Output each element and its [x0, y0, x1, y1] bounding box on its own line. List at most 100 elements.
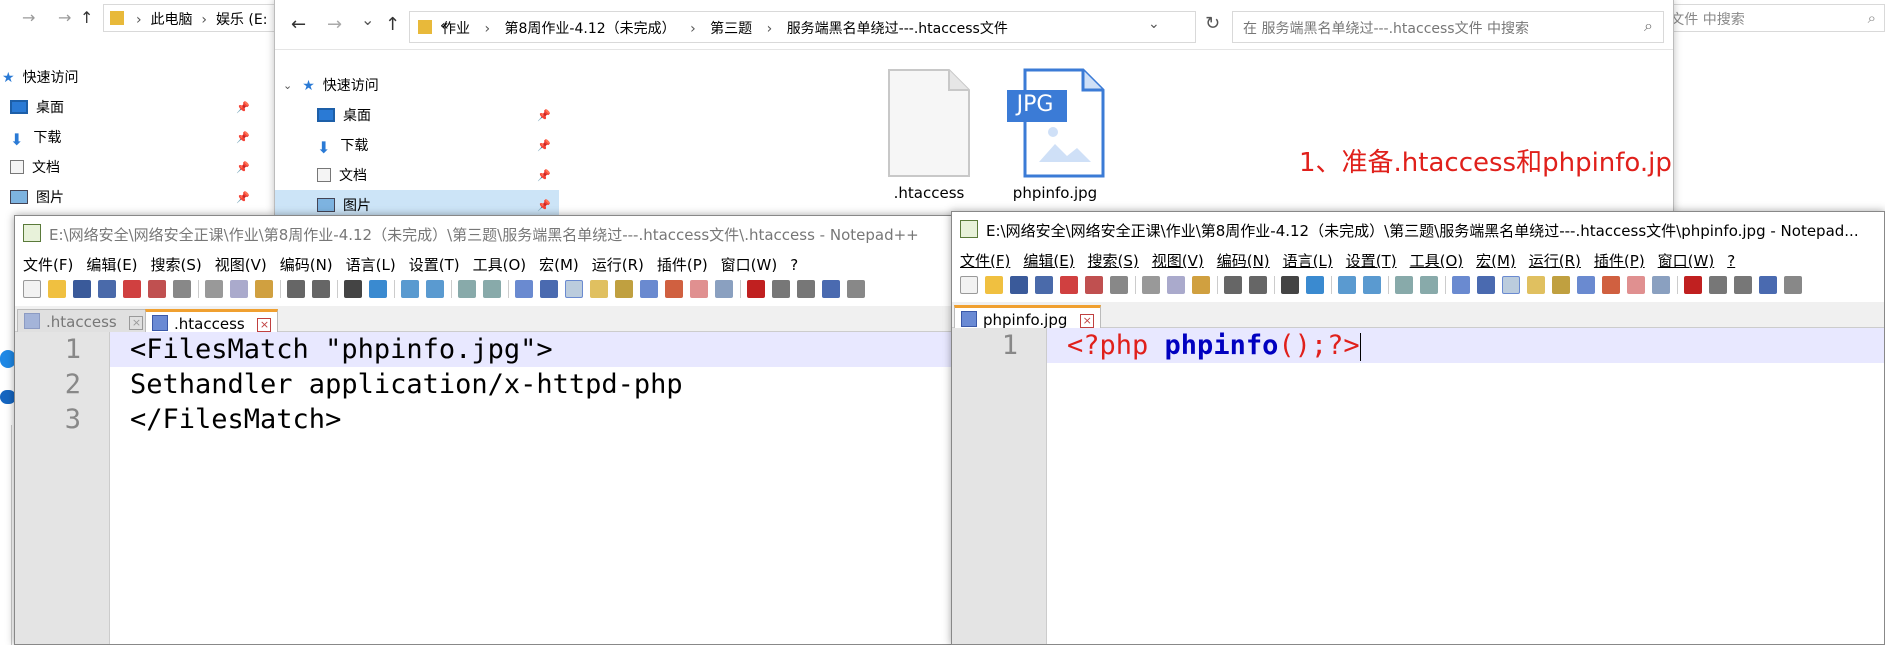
up-arrow-icon[interactable]: ↑	[80, 8, 93, 27]
udl-icon[interactable]	[1527, 276, 1545, 294]
address-dropdown-icon[interactable]: ⌄	[1148, 16, 1160, 32]
word-wrap-icon[interactable]	[515, 280, 533, 298]
folder-workspace-icon[interactable]	[665, 280, 683, 298]
undo-icon[interactable]	[287, 280, 305, 298]
menu-language[interactable]: 语言(L)	[1283, 252, 1333, 270]
open-file-icon[interactable]	[48, 280, 66, 298]
new-file-icon[interactable]	[960, 276, 978, 294]
udl-icon[interactable]	[590, 280, 608, 298]
file-phpinfo-jpg[interactable]: JPG phpinfo.jpg	[995, 68, 1115, 208]
breadcrumb-item[interactable]: 第8周作业-4.12（未完成）	[505, 21, 676, 37]
background-search-box[interactable]: s文件 中搜索 ⌕	[1652, 4, 1885, 32]
menu-view[interactable]: 视图(V)	[1152, 252, 1204, 270]
close-icon[interactable]: ×	[1080, 313, 1095, 328]
menu-edit[interactable]: 编辑(E)	[86, 256, 137, 274]
forward-arrow-icon[interactable]: →	[58, 8, 71, 27]
monitor-icon[interactable]	[1652, 276, 1670, 294]
sync-vertical-icon[interactable]	[458, 280, 476, 298]
close-all-icon[interactable]	[148, 280, 166, 298]
sidebar-item-downloads[interactable]: ⬇ 下载 📌	[0, 122, 256, 152]
menu-plugins[interactable]: 插件(P)	[657, 256, 708, 274]
folder-workspace-icon[interactable]	[1602, 276, 1620, 294]
up-arrow-icon[interactable]: ↑	[385, 14, 400, 35]
close-all-icon[interactable]	[1085, 276, 1103, 294]
refresh-icon[interactable]: ↻	[1205, 13, 1220, 34]
menu-tools[interactable]: 工具(O)	[1410, 252, 1464, 270]
tree-item-documents[interactable]: 文档 📌	[275, 160, 559, 190]
explorer-address-box[interactable]: « 作业 › 第8周作业-4.12（未完成） › 第三题 › 服务端黑名单绕过-…	[409, 11, 1196, 43]
menu-search[interactable]: 搜索(S)	[1088, 252, 1139, 270]
close-icon[interactable]: ×	[257, 317, 272, 332]
folder-icon[interactable]	[1627, 276, 1645, 294]
menu-window[interactable]: 窗口(W)	[721, 256, 778, 274]
replace-icon[interactable]	[369, 280, 387, 298]
cut-icon[interactable]	[1142, 276, 1160, 294]
stop-macro-icon[interactable]	[772, 280, 790, 298]
show-all-chars-icon[interactable]	[1477, 276, 1495, 294]
menu-settings[interactable]: 设置(T)	[1346, 252, 1397, 270]
save-all-icon[interactable]	[98, 280, 116, 298]
record-macro-icon[interactable]	[1684, 276, 1702, 294]
tree-item-desktop[interactable]: 桌面 📌	[275, 100, 559, 130]
tab-htaccess-inactive[interactable]: .htaccess ×	[17, 309, 151, 333]
pin-icon[interactable]: 📌	[537, 139, 551, 152]
breadcrumb-item[interactable]: 服务端黑名单绕过---.htaccess文件	[787, 21, 1008, 37]
zoom-out-icon[interactable]	[426, 280, 444, 298]
menu-encoding[interactable]: 编码(N)	[280, 256, 333, 274]
paste-icon[interactable]	[255, 280, 273, 298]
search-icon[interactable]: ⌕	[1644, 16, 1653, 36]
play-macro-icon[interactable]	[797, 280, 815, 298]
menu-file[interactable]: 文件(F)	[23, 256, 73, 274]
recent-dropdown-icon[interactable]: ⌄	[361, 10, 374, 29]
back-arrow-icon[interactable]: ←	[291, 14, 306, 35]
sidebar-item-documents[interactable]: 文档 📌	[0, 152, 256, 182]
sync-horizontal-icon[interactable]	[1420, 276, 1438, 294]
cut-icon[interactable]	[205, 280, 223, 298]
indent-guide-icon[interactable]	[565, 280, 583, 298]
redo-icon[interactable]	[312, 280, 330, 298]
menu-tools[interactable]: 工具(O)	[473, 256, 527, 274]
forward-arrow-icon[interactable]: →	[327, 14, 342, 35]
monitor-icon[interactable]	[715, 280, 733, 298]
find-icon[interactable]	[1281, 276, 1299, 294]
stop-macro-icon[interactable]	[1709, 276, 1727, 294]
print-icon[interactable]	[173, 280, 191, 298]
save-icon[interactable]	[1010, 276, 1028, 294]
pin-icon[interactable]: 📌	[236, 131, 250, 144]
replace-icon[interactable]	[1306, 276, 1324, 294]
menu-settings[interactable]: 设置(T)	[409, 256, 460, 274]
menu-macro[interactable]: 宏(M)	[539, 256, 579, 274]
record-macro-icon[interactable]	[747, 280, 765, 298]
menu-window[interactable]: 窗口(W)	[1658, 252, 1715, 270]
menu-edit[interactable]: 编辑(E)	[1023, 252, 1074, 270]
play-macro-icon[interactable]	[1734, 276, 1752, 294]
run-macro-multiple-icon[interactable]	[822, 280, 840, 298]
find-icon[interactable]	[344, 280, 362, 298]
tree-item-downloads[interactable]: ⬇ 下载 📌	[275, 130, 559, 160]
menu-help[interactable]: ?	[1727, 252, 1735, 270]
doc-map-icon[interactable]	[1552, 276, 1570, 294]
close-file-icon[interactable]	[123, 280, 141, 298]
sidebar-item-desktop[interactable]: 桌面 📌	[0, 92, 256, 122]
tab-htaccess-active[interactable]: .htaccess ×	[145, 309, 279, 333]
pin-icon[interactable]: 📌	[537, 109, 551, 122]
menu-file[interactable]: 文件(F)	[960, 252, 1010, 270]
function-list-icon[interactable]	[1577, 276, 1595, 294]
tree-item-quick-access[interactable]: ⌄ ★ 快速访问	[275, 70, 559, 100]
menu-encoding[interactable]: 编码(N)	[1217, 252, 1270, 270]
explorer-search-box[interactable]: 在 服务端黑名单绕过---.htaccess文件 中搜索 ⌕	[1232, 11, 1664, 43]
zoom-in-icon[interactable]	[401, 280, 419, 298]
copy-icon[interactable]	[1167, 276, 1185, 294]
save-macro-icon[interactable]	[847, 280, 865, 298]
menu-search[interactable]: 搜索(S)	[151, 256, 202, 274]
sync-vertical-icon[interactable]	[1395, 276, 1413, 294]
pin-icon[interactable]: 📌	[537, 199, 551, 212]
new-file-icon[interactable]	[23, 280, 41, 298]
indent-guide-icon[interactable]	[1502, 276, 1520, 294]
save-macro-icon[interactable]	[1784, 276, 1802, 294]
close-file-icon[interactable]	[1060, 276, 1078, 294]
tab-phpinfo-active[interactable]: phpinfo.jpg ×	[954, 305, 1102, 329]
breadcrumb-drive[interactable]: 娱乐 (E:	[216, 12, 267, 28]
sync-horizontal-icon[interactable]	[483, 280, 501, 298]
open-file-icon[interactable]	[985, 276, 1003, 294]
